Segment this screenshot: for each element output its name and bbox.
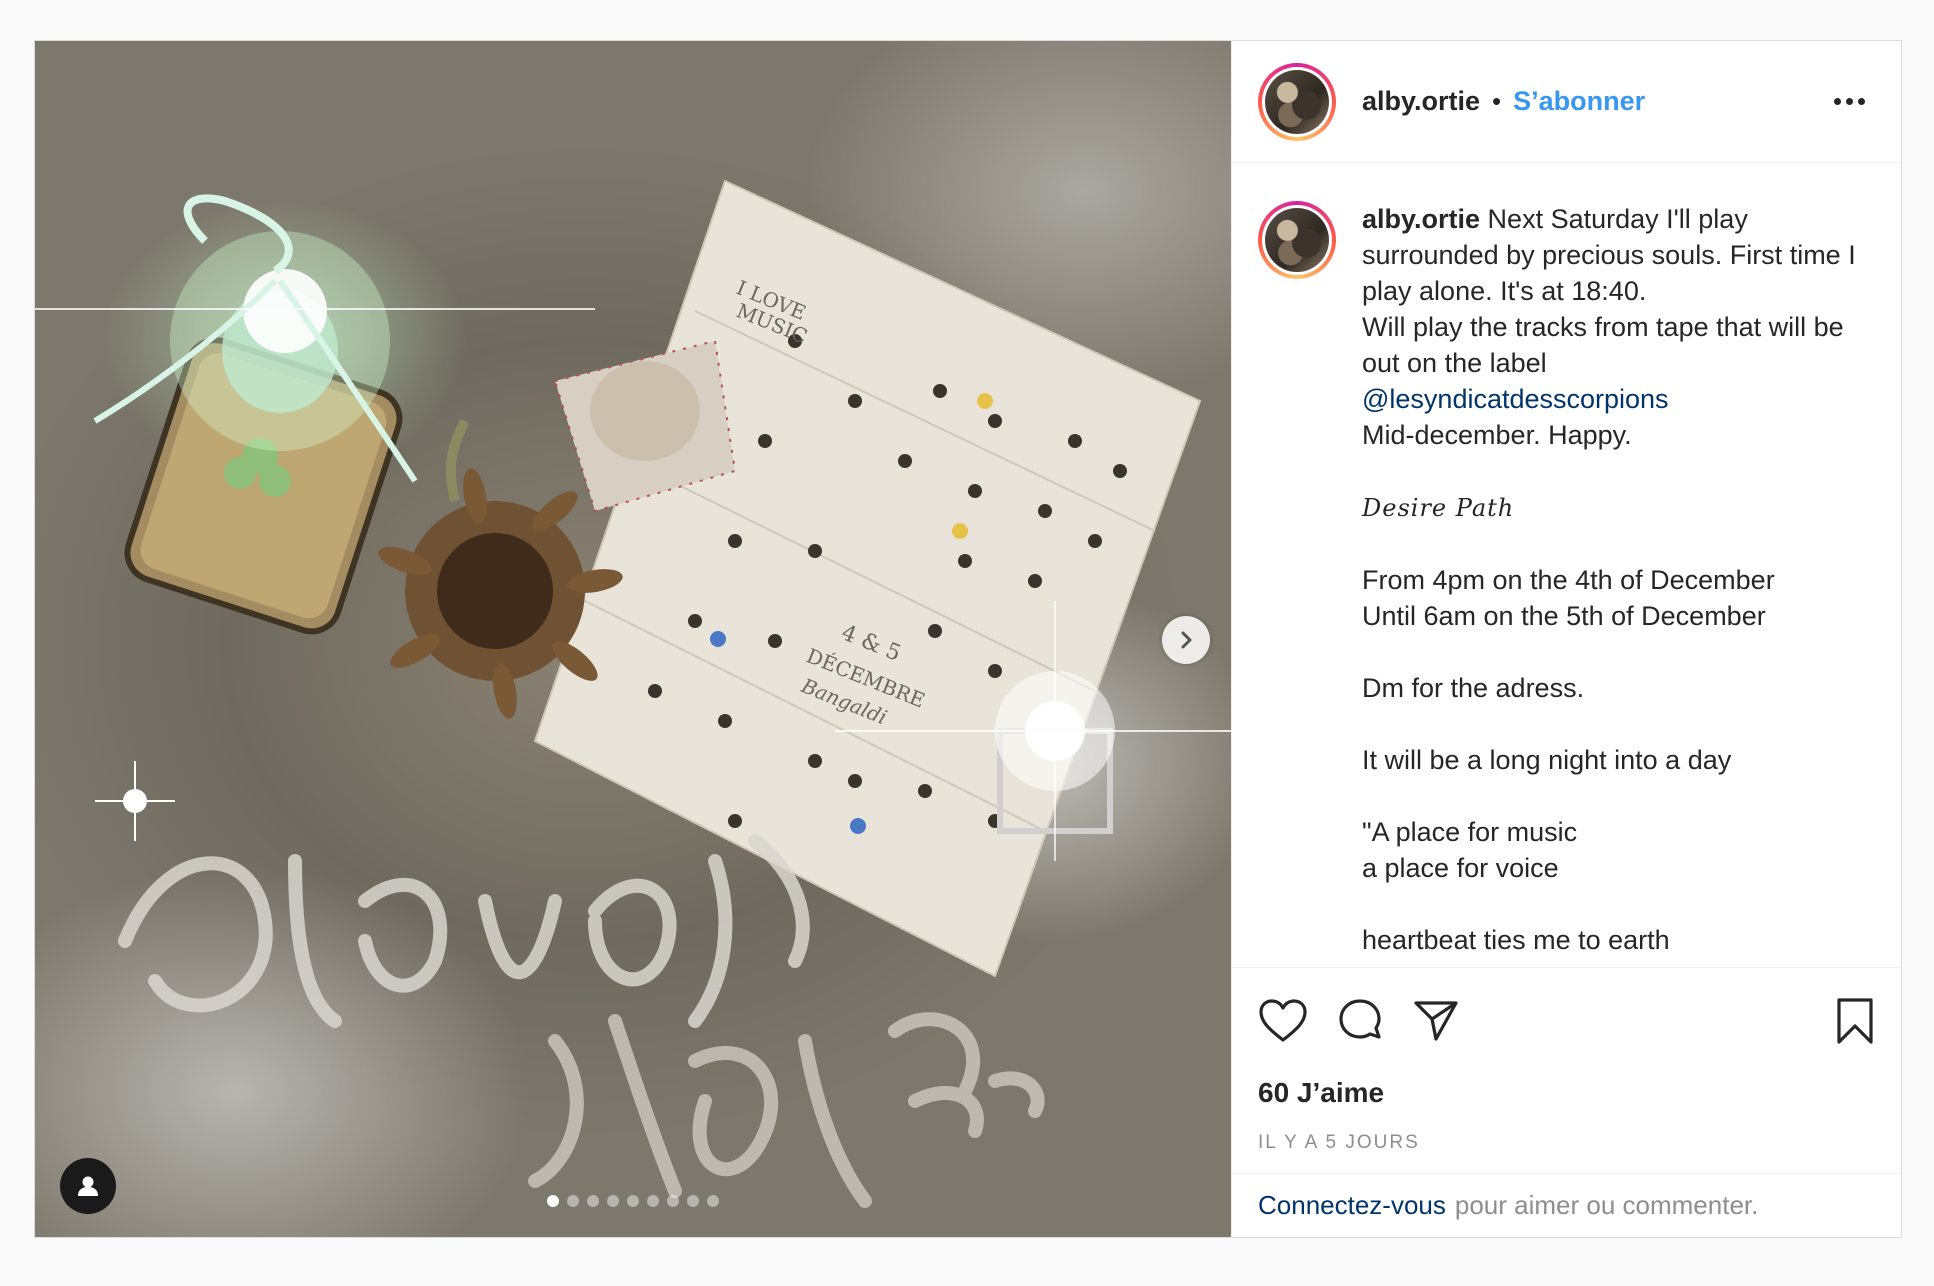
caption-avatar[interactable] xyxy=(1258,201,1336,279)
carousel-dot xyxy=(607,1195,619,1207)
more-icon-dot xyxy=(1846,98,1853,105)
save-button[interactable] xyxy=(1835,997,1875,1045)
carousel-dot xyxy=(567,1195,579,1207)
more-icon-dot xyxy=(1858,98,1865,105)
carousel-dot-active xyxy=(547,1195,559,1207)
more-icon xyxy=(1834,98,1841,105)
action-bar xyxy=(1232,967,1901,1073)
post-caption: alby.ortie Next Saturday I'll play surro… xyxy=(1362,201,1862,967)
more-options-button[interactable] xyxy=(1826,90,1873,113)
avatar-photo xyxy=(1265,208,1329,272)
login-prompt: Connectez-vous pour aimer ou commenter. xyxy=(1232,1173,1901,1237)
mention-link[interactable]: @lesyndicatdesscorpions xyxy=(1362,384,1669,414)
carousel-dot xyxy=(587,1195,599,1207)
carousel-dot xyxy=(627,1195,639,1207)
caption-script-title: Desire Path xyxy=(1362,494,1515,522)
follow-button[interactable]: S’abonner xyxy=(1513,86,1645,117)
login-link[interactable]: Connectez-vous xyxy=(1258,1190,1446,1221)
comment-button[interactable] xyxy=(1336,997,1384,1045)
post-header: alby.ortie • S’abonner xyxy=(1232,41,1901,163)
share-icon xyxy=(1414,1000,1458,1041)
post-image[interactable]: I LOVE MUSIC 4 & 5 DÉCEMBRE Bangaldi xyxy=(35,41,1231,1237)
carousel-dot xyxy=(647,1195,659,1207)
username-link[interactable]: alby.ortie xyxy=(1362,86,1480,117)
share-button[interactable] xyxy=(1412,998,1460,1044)
carousel-dot xyxy=(687,1195,699,1207)
avatar[interactable] xyxy=(1258,62,1336,141)
post-container: I LOVE MUSIC 4 & 5 DÉCEMBRE Bangaldi alb… xyxy=(34,40,1902,1238)
caption-text: Mid-december. Happy. xyxy=(1362,420,1632,450)
photo-scene: I LOVE MUSIC 4 & 5 DÉCEMBRE Bangaldi xyxy=(35,179,1231,1208)
heart-icon xyxy=(1259,998,1307,1042)
bookmark-icon xyxy=(1837,997,1873,1044)
caption-text: From 4pm on the 4th of December Until 6a… xyxy=(1362,565,1775,955)
post-timestamp[interactable]: IL Y A 5 JOURS xyxy=(1232,1113,1901,1173)
separator-dot: • xyxy=(1492,86,1502,116)
chevron-right-icon xyxy=(1181,631,1192,649)
avatar-border xyxy=(1262,205,1332,275)
carousel-indicator xyxy=(35,1195,1231,1207)
comment-icon xyxy=(1339,998,1381,1039)
avatar-border xyxy=(1262,66,1332,137)
login-prompt-text: pour aimer ou commenter. xyxy=(1454,1190,1759,1220)
post-side-panel: alby.ortie • S’abonner alby.ortie Next S… xyxy=(1231,41,1901,1237)
carousel-dot xyxy=(707,1195,719,1207)
next-slide-button[interactable] xyxy=(1162,616,1210,664)
caption-username-link[interactable]: alby.ortie xyxy=(1362,204,1480,234)
carousel-dot xyxy=(667,1195,679,1207)
avatar-photo xyxy=(1265,69,1329,134)
like-count[interactable]: 60 J’aime xyxy=(1232,1073,1901,1113)
like-button[interactable] xyxy=(1258,998,1308,1044)
comments-area[interactable]: alby.ortie Next Saturday I'll play surro… xyxy=(1232,163,1901,967)
